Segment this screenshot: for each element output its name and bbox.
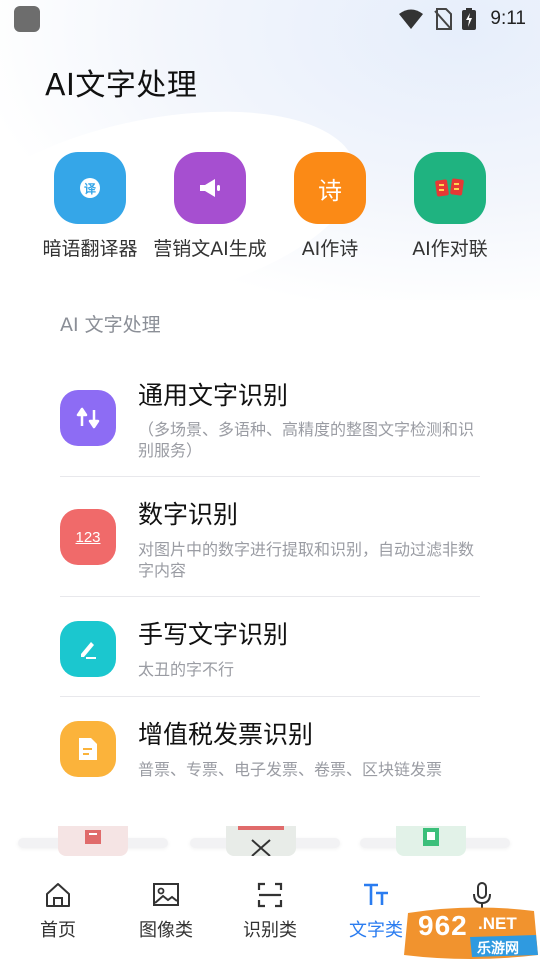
list-item-desc: 太丑的字不行 — [138, 660, 235, 679]
list-item-number-ocr[interactable]: 123 数字识别 对图片中的数字进行提取和识别，自动过滤非数字内容 — [60, 477, 480, 597]
list-item-title: 数字识别 — [138, 500, 239, 529]
quick-action-couplet[interactable]: AI作对联 — [380, 152, 520, 261]
tab-home[interactable]: 首页 — [4, 880, 112, 942]
status-icons: 9:11 — [398, 6, 526, 32]
list-item-general-ocr[interactable]: 通用文字识别 （多场景、多语种、高精度的整图文字检测和识别服务） — [60, 360, 480, 477]
poem-icon: 诗 — [294, 152, 366, 224]
tab-recognition[interactable]: 识别类 — [216, 880, 324, 942]
list-item-title: 通用文字识别 — [138, 381, 289, 410]
watermark-site: 乐游网 — [477, 941, 519, 957]
card-thumb — [226, 826, 296, 857]
home-icon — [46, 883, 70, 907]
tab-label: 图像类 — [139, 920, 193, 941]
number-recognition-icon: 123 — [60, 509, 116, 565]
megaphone-icon — [174, 152, 246, 224]
feature-list: 通用文字识别 （多场景、多语种、高精度的整图文字检测和识别服务） 123 数字识… — [60, 360, 480, 797]
quick-action-label: AI作诗 — [301, 238, 359, 260]
quick-action-label: AI作对联 — [412, 238, 488, 260]
scan-icon — [257, 882, 283, 908]
watermark-number: 962 — [418, 910, 468, 941]
list-item-title: 手写文字识别 — [138, 620, 289, 649]
list-item-desc: （多场景、多语种、高精度的整图文字检测和识别服务） — [138, 420, 475, 460]
app-icon — [14, 6, 40, 32]
wifi-icon — [399, 9, 424, 29]
translate-icon: 译 — [54, 152, 126, 224]
tab-image[interactable]: 图像类 — [112, 880, 220, 942]
status-bar: 9:11 — [0, 0, 540, 40]
image-icon — [153, 883, 179, 906]
card-thumb — [396, 826, 466, 856]
quick-action-marketing[interactable]: 营销文AI生成 — [140, 152, 280, 261]
quick-action-poem[interactable]: 诗 AI作诗 — [260, 152, 400, 261]
list-item-desc: 普票、专票、电子发票、卷票、区块链发票 — [138, 760, 443, 779]
tab-label: 首页 — [40, 920, 76, 941]
section-heading: AI 文字处理 — [60, 314, 161, 336]
text-recognition-icon — [60, 390, 116, 446]
list-item-desc: 对图片中的数字进行提取和识别，自动过滤非数字内容 — [138, 540, 475, 580]
card-thumb — [58, 826, 128, 856]
no-sim-icon — [434, 8, 453, 30]
clock: 9:11 — [490, 8, 526, 29]
tab-label: 识别类 — [243, 920, 297, 941]
couplet-icon — [414, 152, 486, 224]
text-icon — [364, 883, 388, 905]
quick-actions: 译 暗语翻译器 营销文AI生成 诗 AI作诗 AI作对联 — [0, 152, 540, 272]
watermark-suffix: .NET — [478, 914, 517, 933]
quick-action-translator[interactable]: 译 暗语翻译器 — [20, 152, 160, 261]
quick-action-label: 暗语翻译器 — [42, 238, 138, 260]
battery-charging-icon — [462, 8, 477, 30]
quick-action-label: 营销文AI生成 — [153, 238, 267, 260]
list-item-handwriting-ocr[interactable]: 手写文字识别 太丑的字不行 — [60, 597, 480, 697]
handwriting-icon — [60, 621, 116, 677]
list-item-title: 增值税发票识别 — [138, 720, 314, 749]
list-item-invoice-ocr[interactable]: 增值税发票识别 普票、专票、电子发票、卷票、区块链发票 — [60, 697, 480, 797]
invoice-icon — [60, 721, 116, 777]
page-title: AI文字处理 — [45, 68, 198, 103]
card-strip — [0, 826, 540, 860]
